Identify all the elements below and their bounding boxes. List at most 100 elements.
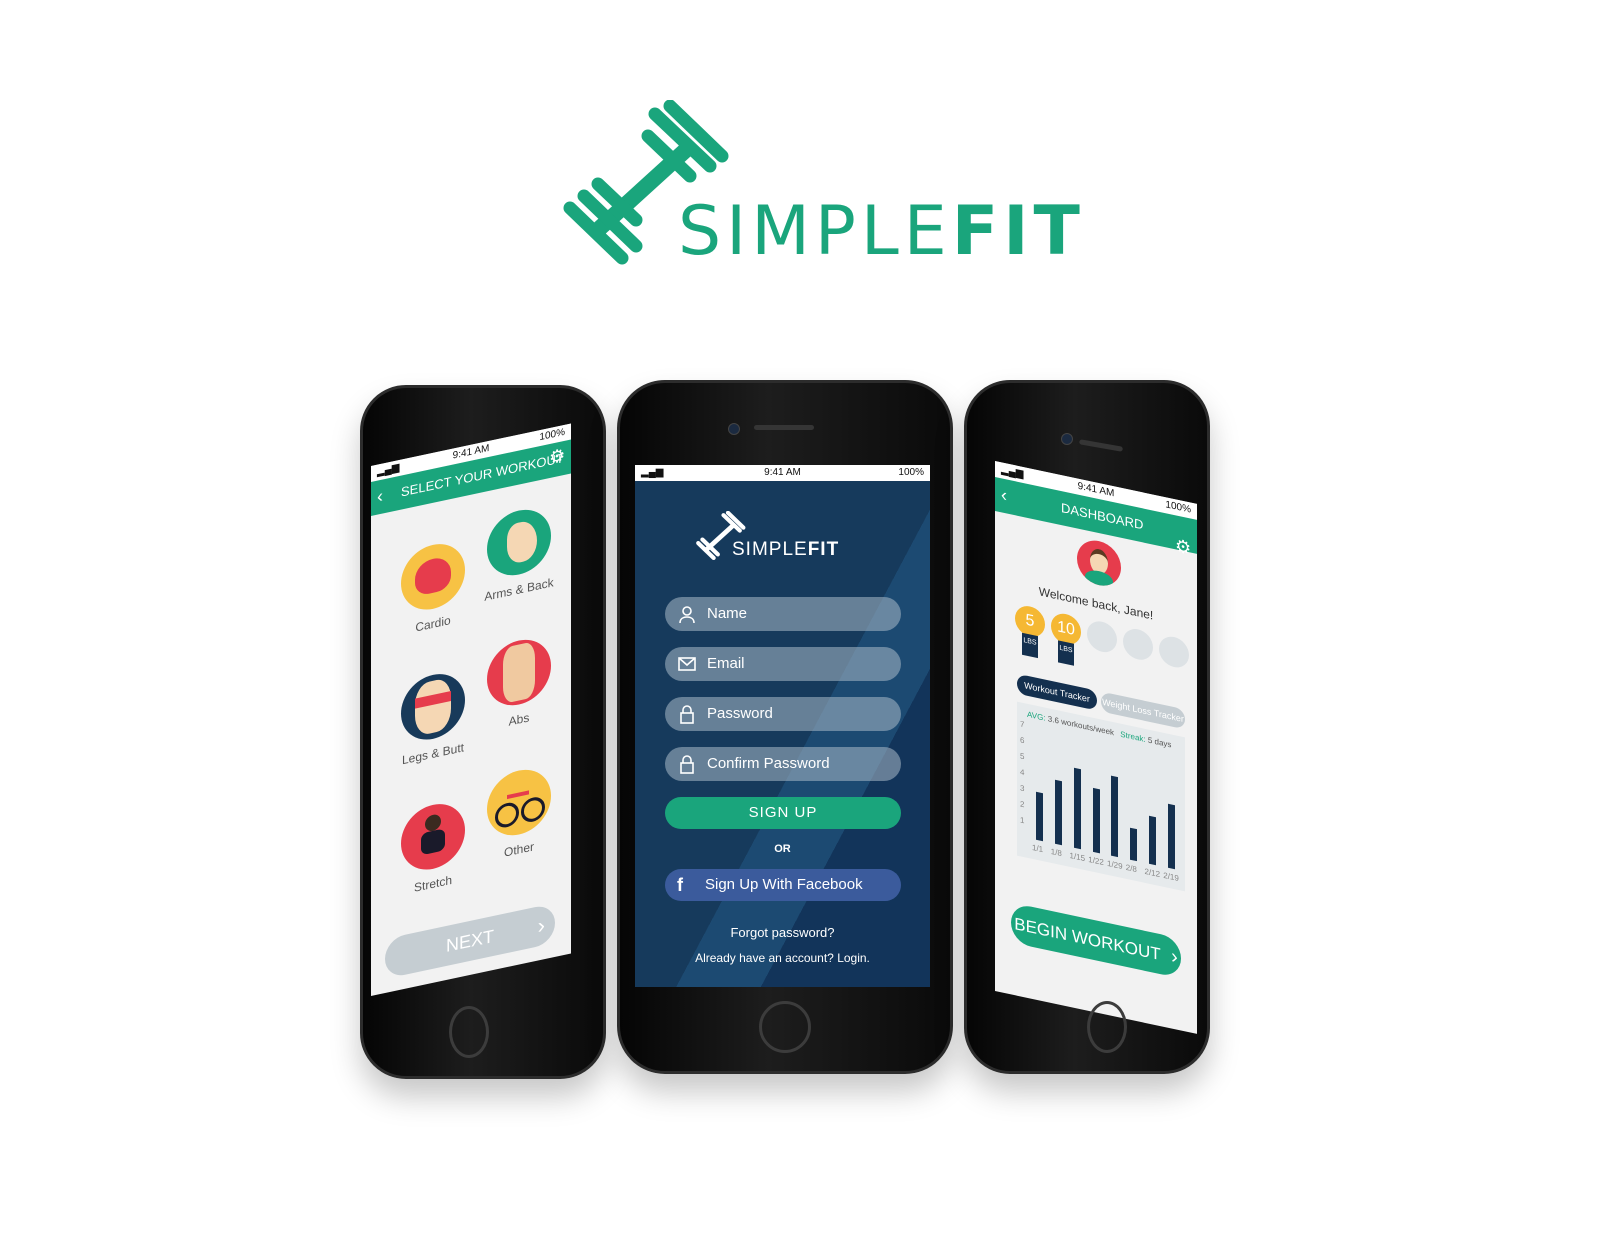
workout-item-cardio[interactable]: Cardio <box>393 536 473 653</box>
back-icon[interactable]: ‹ <box>377 485 383 507</box>
legs-icon <box>401 668 465 746</box>
chevron-right-icon: › <box>537 912 545 939</box>
y-tick-label: 1 <box>1020 815 1025 826</box>
x-tick-label: 1/22 <box>1088 854 1104 868</box>
brand-logo: SIMPLEFIT <box>560 100 1080 280</box>
app-logo-bold: FIT <box>807 539 840 560</box>
gear-icon[interactable]: ⚙ <box>1175 535 1191 559</box>
login-link[interactable]: Already have an account? Login. <box>635 951 930 965</box>
or-divider: OR <box>774 843 791 855</box>
home-button[interactable] <box>1087 1001 1127 1053</box>
workout-item-stretch[interactable]: Stretch <box>393 796 473 913</box>
avg-label: AVG: <box>1027 709 1046 723</box>
x-tick-label: 2/19 <box>1163 870 1179 884</box>
back-icon[interactable]: ‹ <box>1001 484 1007 506</box>
front-camera <box>1061 433 1073 445</box>
sign-up-button[interactable]: SIGN UP <box>665 797 901 829</box>
streak-label: Streak: <box>1120 729 1146 745</box>
confirm-password-placeholder: Confirm Password <box>707 755 830 772</box>
workout-item-arms-back[interactable]: Arms & Back <box>479 502 559 619</box>
name-field[interactable]: Name <box>665 597 901 631</box>
speaker <box>1078 439 1124 452</box>
chart-bar <box>1130 827 1138 862</box>
right-phone: ▂▄▆ 9:41 AM 100% ‹ DASHBOARD ⚙ Welcome b… <box>964 380 1210 1074</box>
home-button[interactable] <box>759 1001 811 1053</box>
chart-y-axis: 1 2 3 4 5 6 7 <box>1017 719 1029 839</box>
medal-locked <box>1159 633 1189 671</box>
app-logo: SIMPLEFIT <box>695 511 875 561</box>
workout-chart: AVG: 3.6 workouts/week Streak: 5 days 12… <box>1017 701 1185 892</box>
left-screen: ▂▄▆ 9:41 AM 100% ‹ SELECT YOUR WORKOUT ⚙… <box>371 423 571 997</box>
workout-item-other[interactable]: Other <box>479 762 559 879</box>
y-tick-label: 2 <box>1020 799 1025 810</box>
x-tick-label: 1/15 <box>1069 850 1086 864</box>
app-logo-text: SIMPLEFIT <box>732 539 839 561</box>
email-placeholder: Email <box>707 655 745 672</box>
medal-unit: LBS <box>1022 632 1038 659</box>
next-button[interactable]: NEXT › <box>385 902 555 980</box>
status-bar: ▂▄▆ 9:41 AM 100% <box>635 465 930 481</box>
user-icon <box>679 606 695 624</box>
bicycle-icon <box>487 763 551 842</box>
speaker <box>754 425 814 430</box>
y-tick-label: 7 <box>1020 719 1025 730</box>
workout-label: Legs & Butt <box>401 740 465 768</box>
x-tick-label: 1/8 <box>1050 846 1062 859</box>
workout-item-abs[interactable]: Abs <box>479 632 559 749</box>
battery-level: 100% <box>898 467 924 478</box>
name-placeholder: Name <box>707 605 748 622</box>
bicep-icon <box>487 503 551 582</box>
begin-workout-button[interactable]: BEGIN WORKOUT › <box>1011 902 1181 979</box>
chart-bar <box>1036 791 1044 842</box>
front-camera <box>728 423 740 435</box>
y-tick-label: 5 <box>1020 751 1025 762</box>
confirm-password-field[interactable]: Confirm Password <box>665 747 901 781</box>
mail-icon <box>678 657 696 671</box>
y-tick-label: 4 <box>1020 767 1025 778</box>
y-tick-label: 6 <box>1020 735 1025 746</box>
chart-bar <box>1055 779 1063 846</box>
password-placeholder: Password <box>707 705 773 722</box>
x-tick-label: 1/1 <box>1032 842 1044 855</box>
medal-5lbs: 5 LBS <box>1015 603 1045 665</box>
medal-10lbs: 10 LBS <box>1051 610 1081 673</box>
password-field[interactable]: Password <box>665 697 901 731</box>
right-screen: ▂▄▆ 9:41 AM 100% ‹ DASHBOARD ⚙ Welcome b… <box>995 461 1197 1034</box>
facebook-icon: f <box>677 875 683 895</box>
x-tick-label: 1/29 <box>1107 858 1123 872</box>
lock-icon <box>680 705 694 724</box>
workout-label: Abs <box>508 710 530 729</box>
left-phone: ▂▄▆ 9:41 AM 100% ‹ SELECT YOUR WORKOUT ⚙… <box>360 385 606 1079</box>
avatar <box>1077 536 1121 590</box>
x-tick-label: 2/8 <box>1125 862 1137 875</box>
x-tick-label: 2/12 <box>1144 866 1161 880</box>
gear-icon[interactable]: ⚙ <box>549 445 565 469</box>
lock-icon <box>680 755 694 774</box>
y-tick-label: 3 <box>1020 783 1025 794</box>
chart-bar <box>1073 767 1081 850</box>
app-logo-thin: SIMPLE <box>732 539 808 560</box>
chart-bar <box>1092 787 1100 854</box>
medal-locked <box>1123 626 1153 663</box>
heart-icon <box>401 538 465 616</box>
email-field[interactable]: Email <box>665 647 901 681</box>
chevron-right-icon: › <box>1171 945 1178 969</box>
workout-label: Cardio <box>415 613 451 635</box>
begin-workout-label: BEGIN WORKOUT <box>1014 914 1161 965</box>
medal-locked <box>1087 618 1117 655</box>
stretch-icon <box>401 798 465 876</box>
chart-bar <box>1167 803 1175 870</box>
center-phone: ▂▄▆ 9:41 AM 100% SIMPLEFIT Name Email Pa… <box>617 380 953 1074</box>
workout-item-legs-butt[interactable]: Legs & Butt <box>393 666 473 783</box>
forgot-password-link[interactable]: Forgot password? <box>635 925 930 940</box>
workout-label: Arms & Back <box>484 575 554 604</box>
streak-value: 5 days <box>1147 735 1172 750</box>
workout-label: Stretch <box>413 872 452 895</box>
brand-name: SIMPLEFIT <box>678 198 1085 266</box>
facebook-signup-label: Sign Up With Facebook <box>705 876 863 893</box>
home-button[interactable] <box>449 1006 489 1058</box>
facebook-signup-button[interactable]: f Sign Up With Facebook <box>665 869 901 901</box>
chart-bar <box>1111 775 1119 858</box>
brand-name-bold: FIT <box>951 192 1085 271</box>
next-label: NEXT <box>445 925 494 957</box>
